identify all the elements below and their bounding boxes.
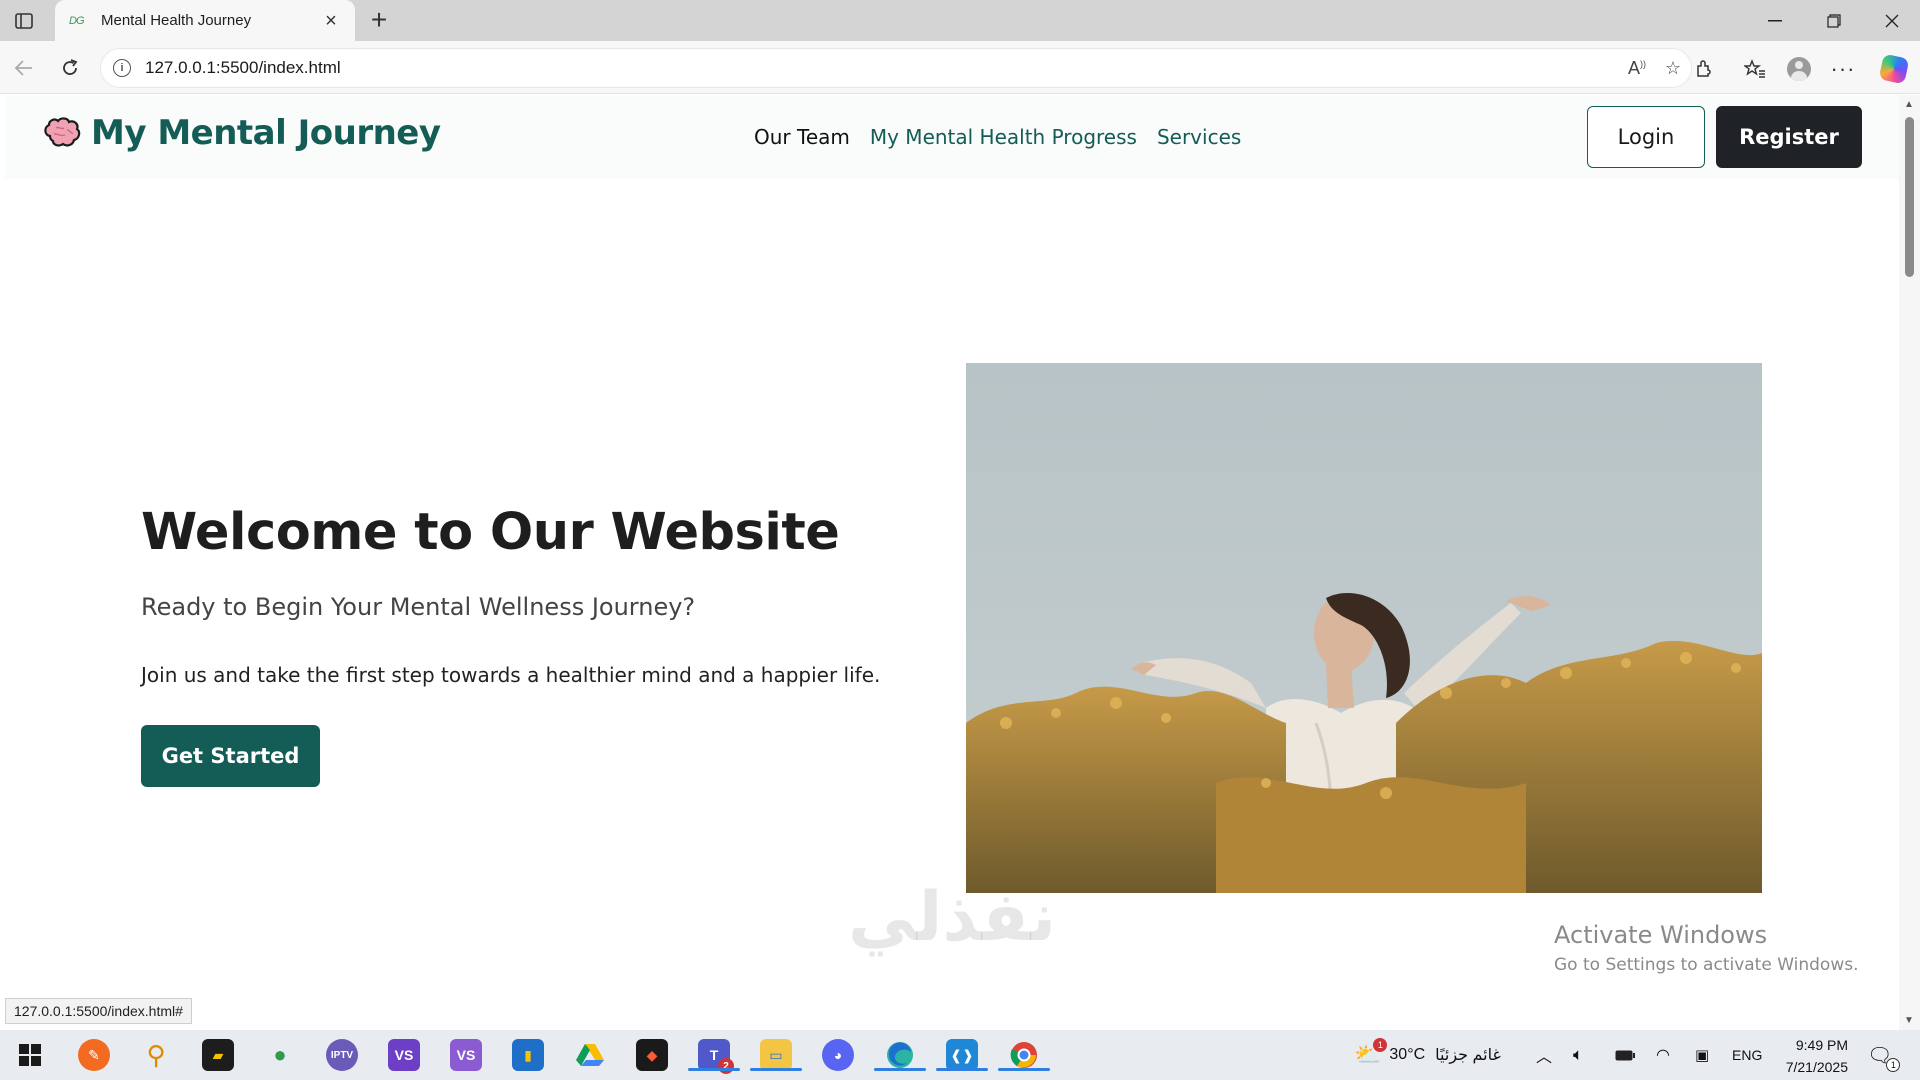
activate-title: Activate Windows bbox=[1554, 921, 1768, 949]
extensions-icon[interactable] bbox=[1688, 53, 1720, 85]
hero-image bbox=[966, 363, 1762, 893]
status-link-preview: 127.0.0.1:5500/index.html# bbox=[5, 998, 192, 1024]
tab-close-icon[interactable]: × bbox=[321, 11, 341, 31]
wifi-icon[interactable]: ◠ bbox=[1656, 1030, 1670, 1080]
profile-avatar[interactable] bbox=[1783, 53, 1815, 85]
watermark: نفذلي bbox=[848, 878, 1057, 957]
restore-button[interactable] bbox=[1806, 0, 1862, 41]
meet-now-icon[interactable]: ▣ bbox=[1695, 1030, 1709, 1080]
weather-icon: ⛅ 1 bbox=[1354, 1038, 1388, 1068]
figma-icon[interactable]: ◆ bbox=[636, 1039, 668, 1071]
visual-studio-icon[interactable]: VS bbox=[388, 1039, 420, 1071]
language-indicator[interactable]: ENG bbox=[1732, 1030, 1762, 1080]
visual-studio-2-icon[interactable]: VS bbox=[450, 1039, 482, 1071]
nav-link-our-team[interactable]: Our Team bbox=[754, 125, 850, 149]
power-bi-icon[interactable]: ▮ bbox=[512, 1039, 544, 1071]
browser-tab[interactable]: DG Mental Health Journey × bbox=[55, 0, 355, 41]
tray-overflow-chevron-icon[interactable]: ︿ bbox=[1536, 1030, 1552, 1080]
scroll-down-icon[interactable]: ▼ bbox=[1904, 1015, 1914, 1026]
back-button[interactable] bbox=[9, 53, 39, 83]
notification-badge: 1 bbox=[1886, 1057, 1901, 1072]
nav-link-services[interactable]: Services bbox=[1157, 125, 1241, 149]
browser-tab-bar: DG Mental Health Journey × + bbox=[0, 0, 1920, 41]
activate-subtitle: Go to Settings to activate Windows. bbox=[1554, 955, 1859, 975]
clock-date: 7/21/2025 bbox=[1785, 1059, 1848, 1075]
new-tab-button[interactable]: + bbox=[364, 6, 394, 36]
hero-title: Welcome to Our Website bbox=[141, 503, 840, 562]
clock-time: 9:49 PM bbox=[1795, 1037, 1848, 1053]
register-button[interactable]: Register bbox=[1716, 106, 1862, 168]
address-bar[interactable]: i 127.0.0.1:5500/index.html A)) ☆ bbox=[100, 48, 1692, 88]
nav-link-progress[interactable]: My Mental Health Progress bbox=[870, 125, 1137, 149]
copilot-icon[interactable] bbox=[1878, 53, 1910, 85]
notification-center-icon[interactable]: 🗨︎ 1 bbox=[1867, 1030, 1901, 1080]
weather-description: غائم جزئيًا bbox=[1435, 1047, 1501, 1064]
hero-description: Join us and take the first step towards … bbox=[141, 663, 881, 687]
site-header: My Mental Journey Our Team My Mental Hea… bbox=[5, 95, 1899, 179]
logo-text: My Mental Journey bbox=[91, 113, 441, 153]
teams-icon[interactable]: T2 bbox=[688, 1039, 740, 1074]
favorites-icon[interactable] bbox=[1739, 53, 1771, 85]
scroll-thumb[interactable] bbox=[1905, 117, 1914, 277]
mongodb-icon[interactable]: ● bbox=[264, 1039, 296, 1071]
more-menu-icon[interactable]: ··· bbox=[1827, 53, 1859, 85]
tab-actions-icon[interactable] bbox=[12, 10, 36, 32]
system-clock[interactable]: 9:49 PM 7/21/2025 bbox=[1768, 1034, 1848, 1078]
search-app-icon[interactable]: ⚲ bbox=[140, 1039, 172, 1071]
site-logo[interactable]: My Mental Journey bbox=[42, 113, 441, 153]
weather-badge: 1 bbox=[1373, 1038, 1388, 1052]
minimize-button[interactable] bbox=[1747, 0, 1803, 41]
scroll-up-icon[interactable]: ▲ bbox=[1904, 99, 1914, 110]
sticky-notes-icon[interactable]: ▰ bbox=[202, 1039, 234, 1071]
iptv-icon[interactable]: IPTV bbox=[326, 1039, 358, 1071]
volume-icon[interactable]: 🔈︎ bbox=[1573, 1030, 1583, 1080]
edge-browser-icon[interactable] bbox=[874, 1039, 926, 1071]
compass-app-icon[interactable]: ✎ bbox=[78, 1039, 110, 1071]
windows-taskbar: ✎ ⚲ ▰ ● IPTV VS VS ▮ ◆ T2 ▭ ◕ ❰❱ ⛅ 1 30°C… bbox=[0, 1030, 1920, 1080]
vscode-icon[interactable]: ❰❱ bbox=[936, 1039, 988, 1071]
tab-favicon-icon: DG bbox=[69, 14, 85, 27]
chrome-icon[interactable] bbox=[998, 1039, 1050, 1071]
url-text: 127.0.0.1:5500/index.html bbox=[145, 58, 341, 77]
teams-badge: 2 bbox=[718, 1058, 734, 1074]
site-info-icon[interactable]: i bbox=[113, 59, 131, 77]
avatar-icon bbox=[1787, 57, 1811, 81]
tab-title: Mental Health Journey bbox=[101, 12, 252, 29]
file-explorer-icon[interactable]: ▭ bbox=[750, 1039, 802, 1071]
main-nav: Our Team My Mental Health Progress Servi… bbox=[754, 125, 1241, 149]
discord-icon[interactable]: ◕ bbox=[822, 1039, 854, 1071]
battery-icon[interactable] bbox=[1615, 1030, 1635, 1080]
browser-toolbar: i 127.0.0.1:5500/index.html A)) ☆ ··· bbox=[0, 41, 1920, 94]
weather-temp: 30°C bbox=[1389, 1046, 1426, 1063]
start-button[interactable] bbox=[14, 1039, 46, 1071]
get-started-button[interactable]: Get Started bbox=[141, 725, 320, 787]
login-button[interactable]: Login bbox=[1587, 106, 1705, 168]
windows-activation-notice: Activate Windows Go to Settings to activ… bbox=[1554, 921, 1859, 975]
read-aloud-icon[interactable]: A)) bbox=[1619, 58, 1655, 79]
close-window-button[interactable] bbox=[1864, 0, 1920, 41]
page-scrollbar[interactable]: ▲ ▼ bbox=[1899, 95, 1920, 1030]
refresh-button[interactable] bbox=[55, 53, 85, 83]
weather-widget[interactable]: ⛅ 1 30°C غائم جزئيًا bbox=[1354, 1030, 1501, 1080]
hero-subtitle: Ready to Begin Your Mental Wellness Jour… bbox=[141, 593, 696, 621]
favorite-star-icon[interactable]: ☆ bbox=[1655, 58, 1691, 79]
google-drive-icon[interactable] bbox=[574, 1039, 606, 1071]
brain-icon bbox=[44, 117, 81, 147]
